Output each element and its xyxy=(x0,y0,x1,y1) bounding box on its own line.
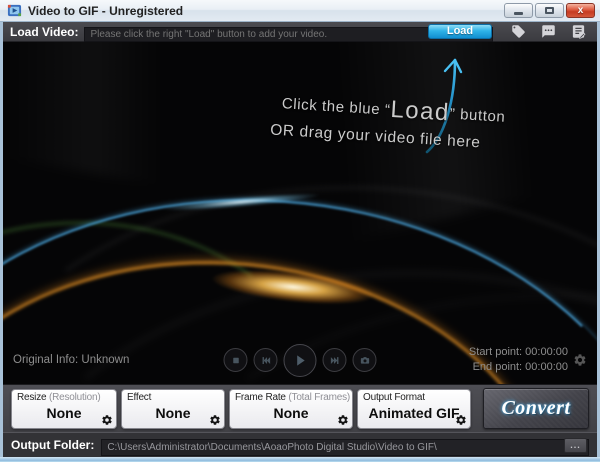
resize-option-value: None xyxy=(46,404,82,421)
effect-gear-icon[interactable] xyxy=(209,414,221,426)
framerate-option-value: None xyxy=(273,404,309,421)
video-preview-area[interactable]: Click the blue “Load” button OR drag you… xyxy=(3,42,597,384)
output-format-option-label: Output Format xyxy=(363,391,425,403)
framerate-option-label: Frame Rate (Total Frames) xyxy=(235,391,351,403)
preview-status-bar: Original Info: Unknown Start point: 00:0… xyxy=(3,336,597,384)
trim-points: Start point: 00:00:00 End point: 00:00:0… xyxy=(469,345,587,375)
trim-settings-gear-icon[interactable] xyxy=(573,353,587,367)
load-button[interactable]: Load xyxy=(428,24,492,39)
app-window: Video to GIF - Unregistered x Load Video… xyxy=(0,0,600,462)
feedback-chat-icon[interactable] xyxy=(541,24,556,39)
resize-gear-icon[interactable] xyxy=(101,414,113,426)
next-icon xyxy=(330,356,338,364)
trim-points-text: Start point: 00:00:00 End point: 00:00:0… xyxy=(469,345,568,375)
window-controls: x xyxy=(504,3,595,18)
load-video-label: Load Video: xyxy=(10,24,79,39)
minimize-icon xyxy=(514,11,523,15)
tag-icon[interactable] xyxy=(511,24,526,39)
effect-option-box[interactable]: Effect None xyxy=(121,388,225,429)
toolbar-icons xyxy=(511,24,586,39)
output-folder-wrap: ... xyxy=(101,437,589,456)
play-icon xyxy=(297,354,305,366)
app-icon xyxy=(7,4,22,17)
previous-icon xyxy=(262,356,270,364)
playback-controls xyxy=(223,343,377,377)
start-point-label: Start point: 00:00:00 xyxy=(468,346,568,359)
snapshot-camera-icon xyxy=(360,356,369,364)
maximize-button[interactable] xyxy=(535,3,564,18)
snapshot-button[interactable] xyxy=(352,348,377,372)
load-toolbar: Load Video: Load xyxy=(3,22,597,42)
window-frame: Load Video: Load xyxy=(0,22,600,457)
output-folder-label: Output Folder: xyxy=(11,438,95,452)
output-format-gear-icon[interactable] xyxy=(455,414,467,426)
close-button[interactable]: x xyxy=(566,3,595,18)
output-format-option-value: Animated GIF xyxy=(368,404,460,421)
load-input-wrap: Load xyxy=(84,24,493,42)
resize-option-label: Resize (Resolution) xyxy=(17,391,101,403)
window-bottom-border xyxy=(0,457,600,462)
output-folder-input[interactable] xyxy=(101,438,589,456)
effect-option-label: Effect xyxy=(127,391,152,403)
effect-option-value: None xyxy=(155,404,191,421)
output-format-option-box[interactable]: Output Format Animated GIF xyxy=(357,388,471,429)
close-icon: x xyxy=(577,5,584,16)
hint-load-word: Load xyxy=(389,95,451,127)
next-button[interactable] xyxy=(322,348,347,372)
framerate-option-box[interactable]: Frame Rate (Total Frames) None xyxy=(229,388,353,429)
convert-button[interactable]: Convert xyxy=(483,388,589,429)
original-info-label: Original Info: Unknown xyxy=(13,354,130,366)
light-streak xyxy=(3,42,314,208)
resize-option-box[interactable]: Resize (Resolution) None xyxy=(11,388,117,429)
end-point-label: End point: 00:00:00 xyxy=(472,361,568,373)
browse-button[interactable]: ... xyxy=(564,437,587,453)
stop-button[interactable] xyxy=(223,348,248,372)
register-form-icon[interactable] xyxy=(571,24,586,39)
maximize-icon xyxy=(545,7,554,14)
window-title: Video to GIF - Unregistered xyxy=(28,3,184,18)
previous-button[interactable] xyxy=(253,348,278,372)
framerate-gear-icon[interactable] xyxy=(337,414,349,426)
stop-icon xyxy=(232,357,239,363)
titlebar: Video to GIF - Unregistered x xyxy=(0,0,600,22)
play-button[interactable] xyxy=(283,343,317,377)
options-panel: Resize (Resolution) None Effect None Fra… xyxy=(3,384,597,432)
minimize-button[interactable] xyxy=(504,3,533,18)
output-folder-row: Output Folder: ... xyxy=(3,432,597,457)
